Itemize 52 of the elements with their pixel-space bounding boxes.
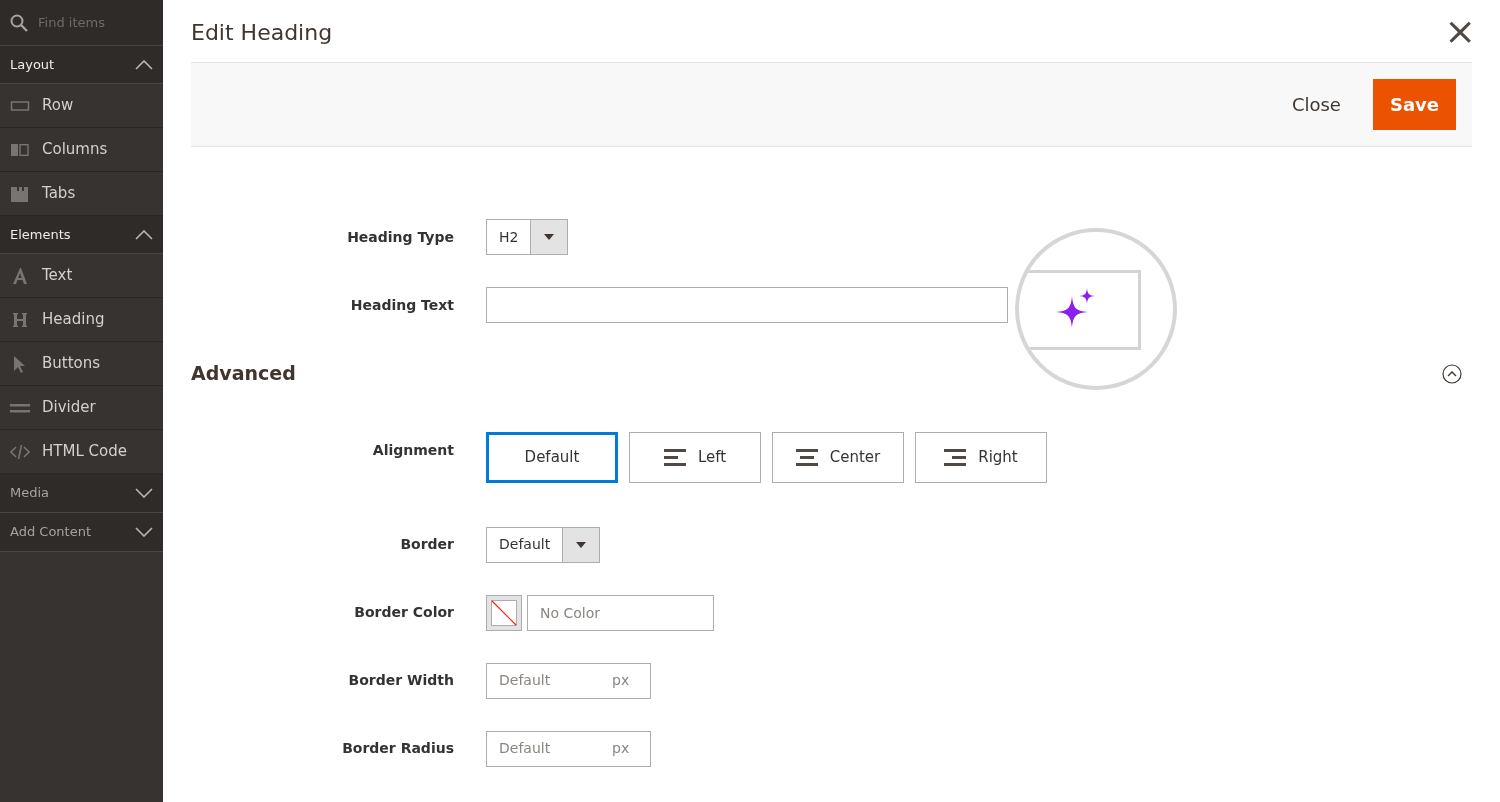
search-icon (10, 13, 28, 32)
field-label: Border Color (353, 603, 455, 623)
close-text-button[interactable]: Close (1271, 83, 1361, 127)
search-field[interactable]: Find items (0, 0, 163, 46)
caret-icon (544, 234, 555, 241)
caret-icon (576, 541, 587, 548)
chevron-up-icon (135, 59, 153, 70)
category-header[interactable]: Layout (0, 46, 163, 84)
sidebar-item[interactable]: Divider (0, 386, 163, 430)
modal-title: Edit Heading (191, 20, 333, 47)
text-field[interactable] (486, 287, 1008, 324)
color-input[interactable]: No Color (527, 594, 714, 631)
sidebar-item[interactable]: Row (0, 84, 163, 128)
number-field[interactable]: Default px (486, 730, 651, 767)
dropdown-select[interactable]: H2 (486, 219, 569, 256)
section-title: Advanced (191, 361, 296, 387)
serif-h-icon (10, 310, 30, 329)
search-input[interactable]: Find items (36, 11, 146, 34)
chevron-down-icon (135, 488, 153, 498)
align-center-icon (795, 448, 818, 466)
collapse-icon[interactable] (1442, 363, 1462, 384)
category-header[interactable]: Media (0, 474, 163, 513)
sidebar-item[interactable]: Text (0, 254, 163, 298)
field-label: Heading Type (346, 227, 455, 247)
sidebar-item[interactable]: Heading (0, 298, 163, 342)
category-header[interactable]: Elements (0, 216, 163, 254)
field-label: Border (399, 535, 455, 555)
field-label: Heading Text (349, 295, 455, 315)
sidebar-item[interactable]: Buttons (0, 342, 163, 386)
dropdown-select[interactable]: Default (486, 526, 601, 563)
field-label: Alignment (371, 440, 455, 460)
alignment-option[interactable]: Center (772, 431, 904, 483)
number-field[interactable]: Default px (486, 662, 651, 699)
align-left-icon (663, 448, 686, 466)
color-swatch[interactable] (486, 594, 522, 631)
alignment-option[interactable]: Default (486, 431, 618, 483)
serif-a-icon (10, 266, 30, 285)
alignment-option[interactable]: Left (629, 431, 761, 483)
alignment-option[interactable]: Right (915, 431, 1047, 483)
code-icon (10, 442, 30, 461)
align-right-icon (944, 448, 967, 466)
category-header[interactable]: Add Content (0, 513, 163, 552)
tabs-icon (10, 184, 30, 203)
chevron-up-icon (135, 229, 153, 240)
close-button[interactable]: × (1444, 12, 1476, 50)
save-button[interactable]: Save (1372, 79, 1456, 131)
sidebar-item[interactable]: Columns (0, 128, 163, 172)
chevron-down-icon (135, 527, 153, 537)
field-label: Border Radius (341, 739, 455, 759)
unit-label: px (612, 739, 630, 759)
field-label: Border Width (347, 671, 455, 691)
unit-label: px (612, 671, 630, 691)
